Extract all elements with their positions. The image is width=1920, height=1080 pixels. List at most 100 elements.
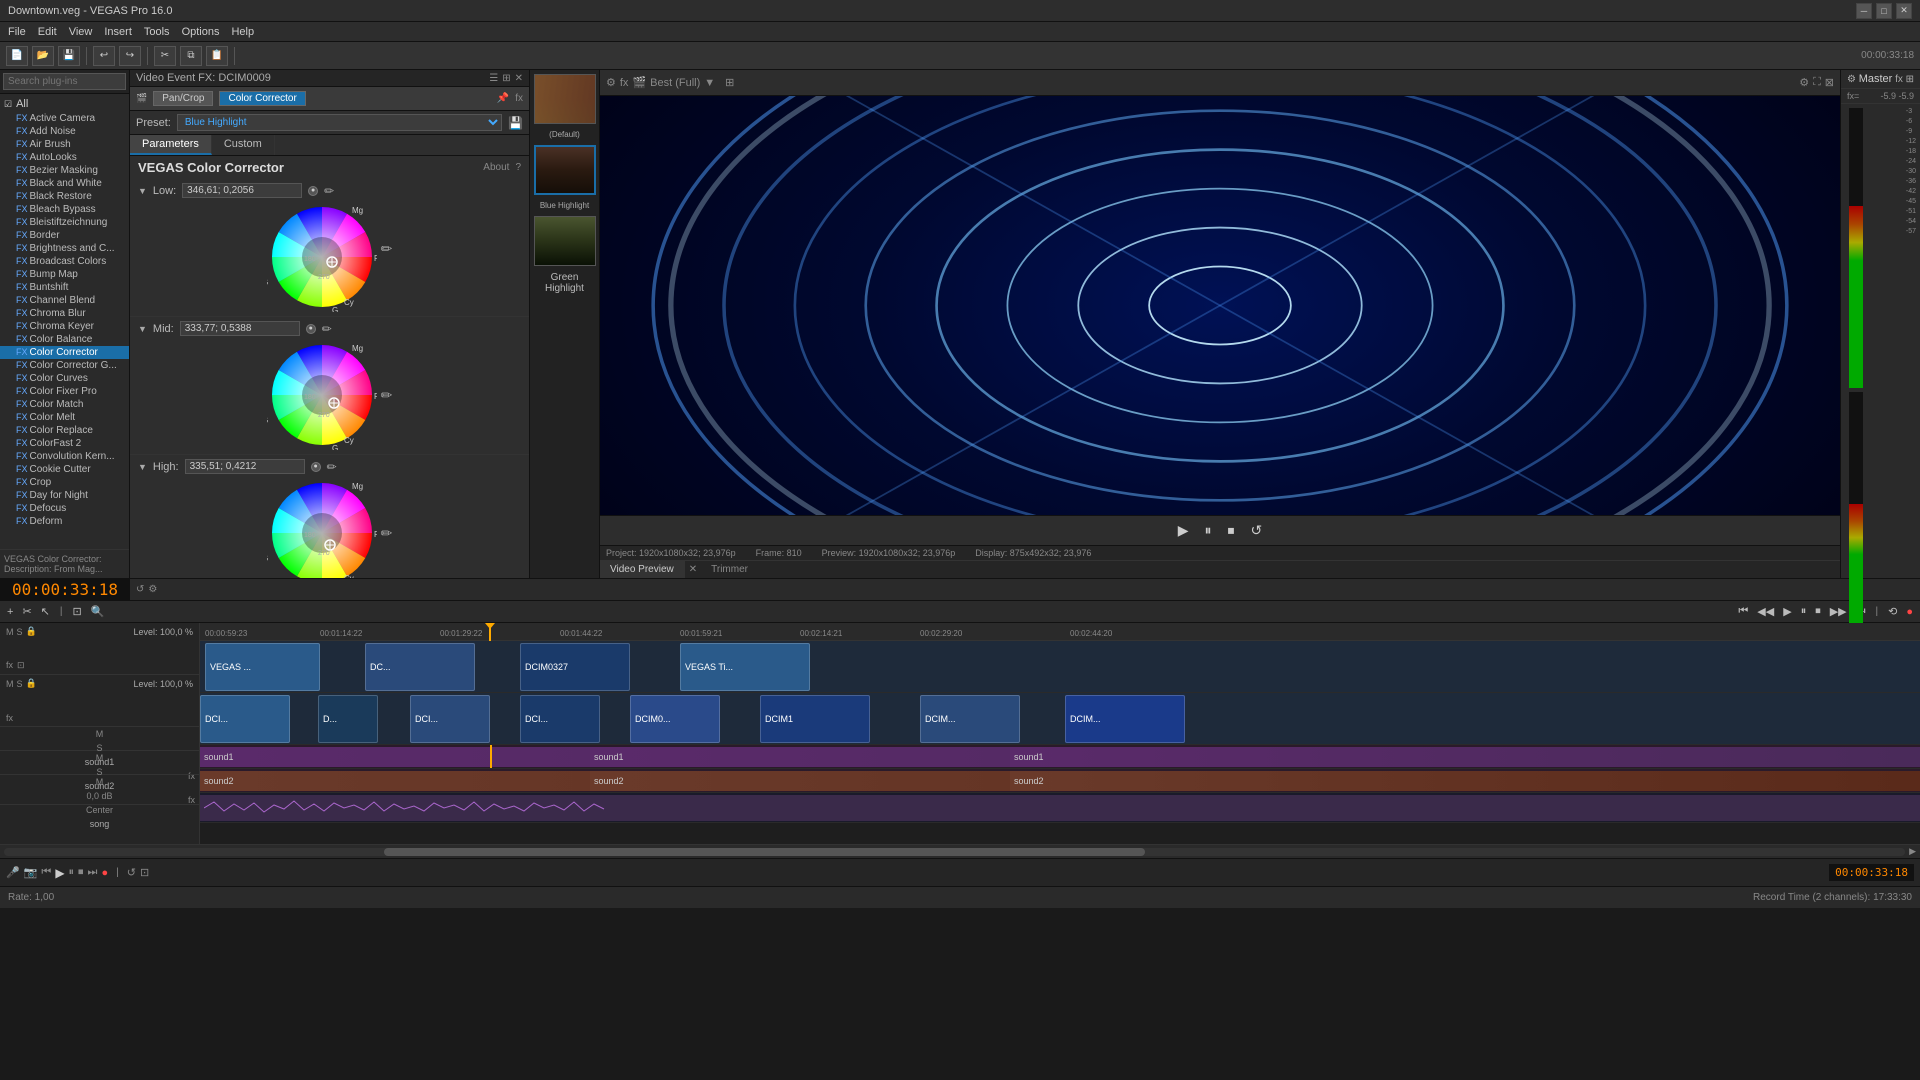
paste-button[interactable]: 📋	[206, 46, 228, 66]
menu-edit[interactable]: Edit	[38, 26, 57, 38]
bt-prev-btn[interactable]: ⏮	[41, 866, 51, 879]
plugin-item[interactable]: FXDefocus	[0, 502, 129, 515]
cc-about-btn[interactable]: About	[483, 162, 509, 173]
fx-pin-btn[interactable]: 📌	[497, 93, 509, 104]
bt-stop-btn[interactable]: ⏹	[78, 866, 84, 879]
tl-add-track-btn[interactable]: +	[4, 605, 16, 619]
clip-dci3[interactable]: DCI...	[520, 695, 600, 743]
timeline-scroll-track[interactable]	[4, 848, 1905, 856]
vefx-list-btn[interactable]: ☰	[489, 73, 498, 84]
plugin-item[interactable]: FXAir Brush	[0, 138, 129, 151]
tab-parameters[interactable]: Parameters	[130, 135, 212, 155]
high-eyedropper-top[interactable]: ✏	[327, 460, 337, 474]
play-btn[interactable]: ▶	[1174, 520, 1193, 541]
stop-btn[interactable]: ⏹	[1224, 520, 1239, 541]
expand-icon-right[interactable]: ⊞	[1906, 74, 1914, 85]
plugin-item[interactable]: FXBleistiftzeichnung	[0, 216, 129, 229]
checkbox-all[interactable]: ☑	[4, 99, 12, 110]
high-eyedropper-bottom[interactable]: ✏	[381, 525, 393, 542]
track1-mute[interactable]: M	[6, 627, 14, 637]
menu-file[interactable]: File	[8, 26, 26, 38]
search-input[interactable]	[3, 73, 126, 90]
fx-icon-right[interactable]: fx	[1895, 74, 1903, 85]
vt-fullscreen-btn[interactable]: ⛶	[1813, 76, 1821, 89]
clip-vegas[interactable]: VEGAS ...	[205, 643, 320, 691]
bt-loop-btn[interactable]: ↺	[127, 866, 136, 879]
save-button[interactable]: 💾	[58, 46, 80, 66]
pan-crop-tab[interactable]: Pan/Crop	[153, 91, 213, 106]
audio-clip-sound1c[interactable]: sound1	[1010, 747, 1920, 767]
sound1-mute[interactable]: M	[96, 729, 104, 739]
clip-dcim2[interactable]: DCIM...	[920, 695, 1020, 743]
plugin-item[interactable]: FXAdd Noise	[0, 125, 129, 138]
plugin-item[interactable]: FXColorFast 2	[0, 437, 129, 450]
track2-mute[interactable]: M	[6, 679, 14, 689]
close-button[interactable]: ✕	[1896, 3, 1912, 19]
tab-close-preview[interactable]: ✕	[685, 561, 701, 578]
track2-fx-btn[interactable]: fx	[6, 713, 13, 723]
bt-pause-btn[interactable]: ⏸	[69, 866, 75, 879]
mid-eyedropper-top[interactable]: ✏	[322, 322, 332, 336]
quality-label[interactable]: Best (Full)	[650, 77, 700, 89]
clip-dci1[interactable]: DCI...	[200, 695, 290, 743]
bt-record-btn[interactable]: ●	[101, 867, 108, 879]
film-icon[interactable]: 🎬	[632, 76, 646, 89]
fx-icon[interactable]: fx	[620, 77, 629, 89]
plugin-item[interactable]: FXAutoLooks	[0, 151, 129, 164]
plugin-item[interactable]: FXActive Camera	[0, 112, 129, 125]
preview-thumb-green-highlight[interactable]	[534, 216, 596, 266]
bt-next-btn[interactable]: ⏭	[88, 866, 98, 879]
preset-save-btn[interactable]: 💾	[508, 116, 523, 130]
plugin-category-all[interactable]: ☑ All	[0, 96, 129, 112]
new-button[interactable]: 📄	[6, 46, 28, 66]
redo-button[interactable]: ↪	[119, 46, 141, 66]
menu-view[interactable]: View	[69, 26, 93, 38]
low-color-wheel[interactable]: R Mg M G G Cy 180 270	[267, 202, 377, 312]
plugin-item[interactable]: FXColor Replace	[0, 424, 129, 437]
track1-lock[interactable]: 🔒	[26, 626, 37, 637]
bt-cam-btn[interactable]: 📷	[24, 866, 38, 879]
fx-script-btn[interactable]: fx	[515, 93, 523, 104]
cut-button[interactable]: ✂	[154, 46, 176, 66]
undo-button[interactable]: ↩	[93, 46, 115, 66]
preset-select[interactable]: Blue Highlight	[177, 114, 502, 131]
plugin-item[interactable]: FXBrightness and C...	[0, 242, 129, 255]
menu-help[interactable]: Help	[231, 26, 254, 38]
settings-icon[interactable]: ⚙	[606, 76, 616, 89]
tl-settings-btn[interactable]: ⚙	[148, 584, 157, 595]
tl-stop-btn[interactable]: ⏹	[1812, 604, 1824, 619]
low-collapse-btn[interactable]: ▼	[138, 186, 147, 196]
vt-detach-btn[interactable]: ⊠	[1825, 76, 1834, 89]
mid-value-input[interactable]	[180, 321, 300, 336]
track1-solo[interactable]: S	[17, 627, 23, 637]
color-corrector-tab[interactable]: Color Corrector	[219, 91, 305, 106]
tl-play-btn[interactable]: ▶	[1780, 604, 1794, 619]
sound2-mute[interactable]: M	[96, 753, 104, 763]
tl-select-btn[interactable]: ↖	[38, 604, 53, 619]
clip-dcim0[interactable]: DCIM0...	[630, 695, 720, 743]
tl-trim-btn[interactable]: ✂	[19, 604, 34, 619]
plugin-item[interactable]: FXColor Fixer Pro	[0, 385, 129, 398]
tab-trimmer[interactable]: Trimmer	[701, 561, 758, 578]
open-button[interactable]: 📂	[32, 46, 54, 66]
menu-tools[interactable]: Tools	[144, 26, 170, 38]
minimize-button[interactable]: ─	[1856, 3, 1872, 19]
plugin-item[interactable]: FXCrop	[0, 476, 129, 489]
plugin-item[interactable]: FXBroadcast Colors	[0, 255, 129, 268]
settings-icon-right[interactable]: ⚙	[1847, 74, 1856, 85]
tl-prev-frame-btn[interactable]: ◀◀	[1754, 604, 1777, 619]
quality-arrow[interactable]: ▼	[704, 77, 715, 89]
vefx-grid-btn[interactable]: ⊞	[502, 73, 510, 84]
maximize-button[interactable]: □	[1876, 3, 1892, 19]
tl-pause-btn[interactable]: ⏸	[1798, 604, 1810, 619]
plugin-item[interactable]: FXBezier Masking	[0, 164, 129, 177]
tab-custom[interactable]: Custom	[212, 135, 275, 155]
high-collapse-btn[interactable]: ▼	[138, 462, 147, 472]
track2-lock[interactable]: 🔒	[26, 678, 37, 689]
pause-btn[interactable]: ⏸	[1201, 520, 1216, 541]
high-color-wheel[interactable]: R Mg M G G Cy 180 270	[267, 478, 377, 578]
cc-help-btn[interactable]: ?	[515, 162, 521, 173]
audio-clip-sound2c[interactable]: sound2	[1010, 771, 1920, 791]
low-eyedropper[interactable]: ✏	[324, 184, 334, 198]
plugin-item[interactable]: FXBorder	[0, 229, 129, 242]
